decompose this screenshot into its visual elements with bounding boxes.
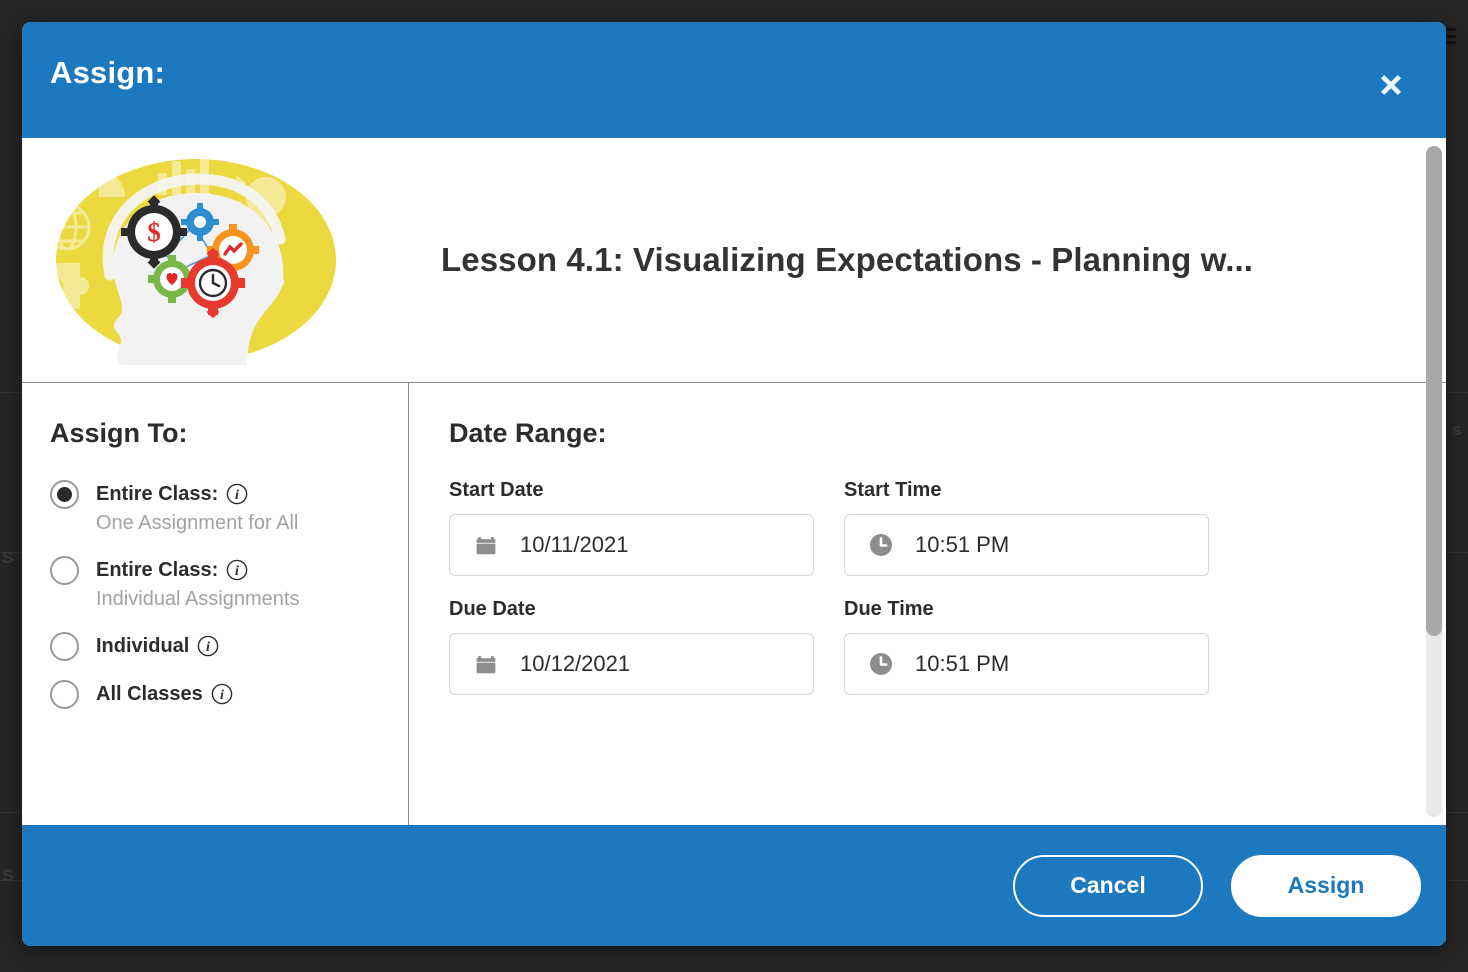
close-icon[interactable] (1372, 66, 1410, 104)
radio-option-individual[interactable]: Individual i (50, 631, 408, 661)
content-columns: Assign To: Entire Class: i One Assignmen… (22, 383, 1446, 825)
due-time-input[interactable]: 10:51 PM (844, 633, 1209, 695)
start-time-input[interactable]: 10:51 PM (844, 514, 1209, 576)
start-date-input[interactable]: 10/11/2021 (449, 514, 814, 576)
assign-modal: Assign: $ Lesson 4.1: Visualizing Expect… (22, 22, 1446, 946)
start-date-value: 10/11/2021 (520, 532, 629, 557)
radio-option-all-classes[interactable]: All Classes i (50, 679, 408, 709)
start-time-block: Start Time 10:51 PM (844, 479, 1209, 576)
modal-title: Assign: (50, 55, 166, 90)
due-time-value: 10:51 PM (915, 651, 1010, 676)
start-time-value: 10:51 PM (915, 532, 1010, 557)
svg-text:$: $ (147, 217, 161, 247)
background-ghost-text: S (2, 548, 14, 567)
info-icon[interactable]: i (197, 635, 219, 657)
assign-to-heading: Assign To: (50, 418, 188, 448)
svg-text:i: i (206, 640, 210, 655)
radio-button[interactable] (50, 680, 79, 709)
due-date-label: Due Date (449, 598, 536, 620)
info-icon[interactable]: i (226, 483, 248, 505)
calendar-icon (474, 652, 498, 676)
due-time-block: Due Time 10:51 PM (844, 598, 1209, 695)
assign-button[interactable]: Assign (1231, 854, 1421, 917)
modal-header: Assign: (22, 22, 1446, 138)
radio-label: All Classes (96, 683, 203, 705)
brain-gears-thumbnail: $ (46, 155, 346, 365)
info-icon[interactable]: i (226, 559, 248, 581)
radio-sublabel: One Assignment for All (96, 512, 299, 534)
date-range-panel: Date Range: Start Date 10/11/2021 Start … (409, 383, 1446, 825)
radio-button[interactable] (50, 632, 79, 661)
clock-icon (869, 533, 893, 557)
radio-option-entire-class-individual[interactable]: Entire Class: i Individual Assignments (50, 555, 408, 613)
date-range-heading: Date Range: (449, 418, 607, 448)
radio-label: Entire Class: (96, 559, 219, 581)
due-date-block: Due Date 10/12/2021 (449, 598, 844, 695)
radio-option-entire-class-one[interactable]: Entire Class: i One Assignment for All (50, 479, 408, 537)
radio-button[interactable] (50, 556, 79, 585)
radio-button[interactable] (50, 480, 79, 509)
modal-footer: Cancel Assign (22, 825, 1446, 946)
due-date-value: 10/12/2021 (520, 651, 631, 676)
start-date-block: Start Date 10/11/2021 (449, 479, 844, 576)
radio-sublabel: Individual Assignments (96, 588, 300, 610)
start-date-label: Start Date (449, 479, 544, 501)
lesson-banner: $ Lesson 4.1: Visualizing Expectations -… (22, 138, 1446, 383)
date-range-grid: Start Date 10/11/2021 Start Time 10:51 P… (449, 479, 1446, 717)
lesson-title: Lesson 4.1: Visualizing Expectations - P… (441, 241, 1254, 278)
modal-body-scrollbar[interactable] (1426, 146, 1442, 817)
background-ghost-text: S (2, 866, 14, 885)
assign-to-panel: Assign To: Entire Class: i One Assignmen… (22, 383, 409, 825)
clock-icon (869, 652, 893, 676)
info-icon[interactable]: i (211, 683, 233, 705)
scrollbar-thumb[interactable] (1426, 146, 1442, 636)
background-ghost-text: s (1452, 420, 1462, 439)
cancel-button[interactable]: Cancel (1013, 854, 1203, 917)
calendar-icon (474, 533, 498, 557)
svg-text:i: i (235, 488, 239, 503)
start-time-label: Start Time (844, 479, 942, 501)
due-date-input[interactable]: 10/12/2021 (449, 633, 814, 695)
radio-label: Individual (96, 635, 190, 657)
due-time-label: Due Time (844, 598, 934, 620)
radio-label: Entire Class: (96, 483, 219, 505)
svg-text:i: i (235, 564, 239, 579)
svg-text:i: i (220, 688, 224, 703)
modal-body: $ Lesson 4.1: Visualizing Expectations -… (22, 138, 1446, 825)
